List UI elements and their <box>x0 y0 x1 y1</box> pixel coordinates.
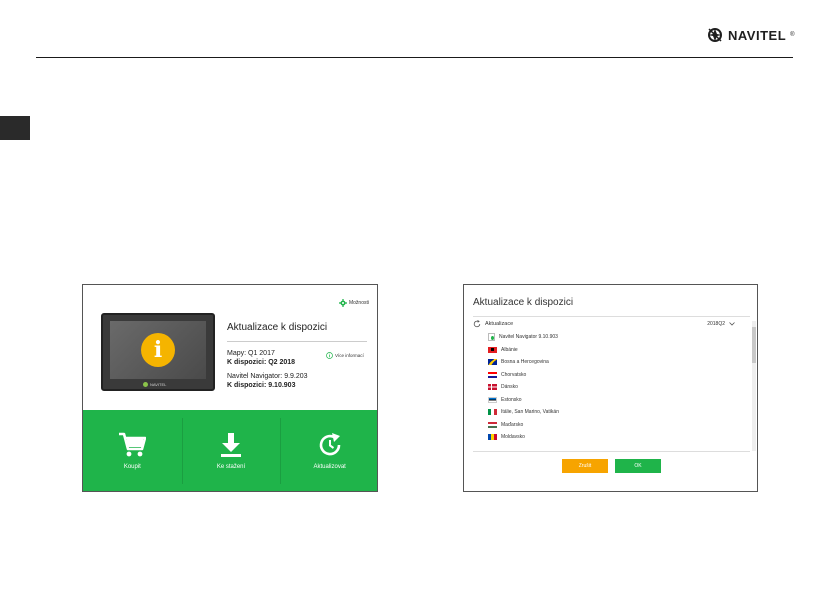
list-item-italy[interactable]: Itálie, San Marino, Vatikán <box>488 406 738 419</box>
settings-link[interactable]: Možnosti <box>338 299 369 307</box>
gear-icon <box>338 299 347 307</box>
navitel-logo: NAVITEL ® <box>706 26 795 44</box>
updates-list: Navitel Navigator 9.10.903 Albánie Bosna… <box>488 331 738 451</box>
device-brand-label: NAVITEL <box>150 382 167 387</box>
refresh-icon <box>319 433 340 456</box>
navitel-app-icon <box>488 333 495 342</box>
navitel-logo-icon <box>708 28 722 42</box>
bosnia-flag-icon <box>488 359 497 366</box>
list-item-label: Moldavsko <box>501 434 525 441</box>
more-info-link[interactable]: Více informací <box>326 352 364 359</box>
title-divider <box>227 341 367 342</box>
italy-flag-icon <box>488 409 497 416</box>
list-item-label: Albánie <box>501 346 518 353</box>
maps-available-version: K dispozici: Q2 2018 <box>227 359 296 366</box>
buy-label: Koupit <box>123 464 141 470</box>
more-info-label: Více informací <box>335 353 364 358</box>
list-scrollbar[interactable] <box>752 321 756 451</box>
hungary-flag-icon <box>488 421 497 428</box>
list-item-bosnia[interactable]: Bosna a Hercegovina <box>488 356 738 369</box>
panel-title: Aktualizace k dispozici <box>227 322 328 333</box>
brand-dot-icon <box>143 382 148 387</box>
list-item-label: Chorvatsko <box>501 371 527 378</box>
title-divider <box>473 316 750 317</box>
list-item-moldova[interactable]: Moldavsko <box>488 431 738 444</box>
albania-flag-icon <box>488 346 497 353</box>
list-item-hungary[interactable]: Maďarsko <box>488 419 738 432</box>
denmark-flag-icon <box>488 384 497 391</box>
list-item-albania[interactable]: Albánie <box>488 344 738 357</box>
version-select[interactable]: 2018Q2 <box>707 321 735 327</box>
panel-title: Aktualizace k dispozici <box>473 297 574 308</box>
scrollbar-thumb[interactable] <box>752 327 756 363</box>
moldova-flag-icon <box>488 434 497 441</box>
updates-list-header: Aktualizace 2018Q2 <box>473 320 735 328</box>
chevron-down-icon <box>729 322 735 326</box>
side-tab-marker <box>0 116 30 140</box>
download-button[interactable]: Ke stažení <box>181 410 281 491</box>
updates-list-title: Aktualizace <box>485 321 514 327</box>
logo-text: NAVITEL <box>728 27 787 43</box>
info-icon: i <box>141 333 175 367</box>
version-value: 2018Q2 <box>707 321 725 327</box>
navigator-version-block: Navitel Navigator: 9.9.203 K dispozici: … <box>227 372 308 390</box>
list-item-estonia[interactable]: Estonsko <box>488 394 738 407</box>
navigator-current-version: Navitel Navigator: 9.9.203 <box>227 373 308 380</box>
list-item-navitel-navigator[interactable]: Navitel Navigator 9.10.903 <box>488 331 738 344</box>
device-brand: NAVITEL <box>143 382 166 387</box>
updates-summary-window: Možnosti i NAVITEL Aktualizace k dispozi… <box>82 284 378 492</box>
action-bar: Koupit Ke stažení Aktualizovat <box>83 410 377 491</box>
device-screen: i <box>110 321 206 379</box>
list-item-label: Dánsko <box>501 384 518 391</box>
header-divider <box>36 57 793 58</box>
settings-label: Možnosti <box>348 300 369 306</box>
cart-icon <box>119 432 147 457</box>
list-item-label: Itálie, San Marino, Vatikán <box>501 409 559 416</box>
maps-current-version: Mapy: Q1 2017 <box>227 350 275 357</box>
updates-list-window: Aktualizace k dispozici Aktualizace 2018… <box>463 284 758 492</box>
list-item-label: Navitel Navigator 9.10.903 <box>499 334 558 341</box>
update-label: Aktualizovat <box>313 464 346 470</box>
footer-divider <box>473 451 750 452</box>
list-item-label: Estonsko <box>501 396 522 403</box>
info-circle-icon <box>326 352 333 359</box>
maps-version-block: Mapy: Q1 2017 K dispozici: Q2 2018 <box>227 349 295 367</box>
update-button[interactable]: Aktualizovat <box>280 410 377 491</box>
list-item-denmark[interactable]: Dánsko <box>488 381 738 394</box>
list-item-label: Bosna a Hercegovina <box>501 359 549 366</box>
navigator-available-version: K dispozici: 9.10.903 <box>227 382 296 389</box>
sync-icon[interactable] <box>473 320 481 328</box>
list-item-croatia[interactable]: Chorvatsko <box>488 369 738 382</box>
device-image: i NAVITEL <box>101 313 215 391</box>
buy-button[interactable]: Koupit <box>83 410 182 491</box>
download-icon <box>221 433 241 457</box>
download-label: Ke stažení <box>216 464 246 470</box>
logo-registered-mark: ® <box>790 32 795 38</box>
estonia-flag-icon <box>488 396 497 403</box>
croatia-flag-icon <box>488 371 497 378</box>
cancel-button[interactable]: Zrušit <box>562 459 608 473</box>
list-item-label: Maďarsko <box>501 421 524 428</box>
ok-button[interactable]: OK <box>615 459 661 473</box>
